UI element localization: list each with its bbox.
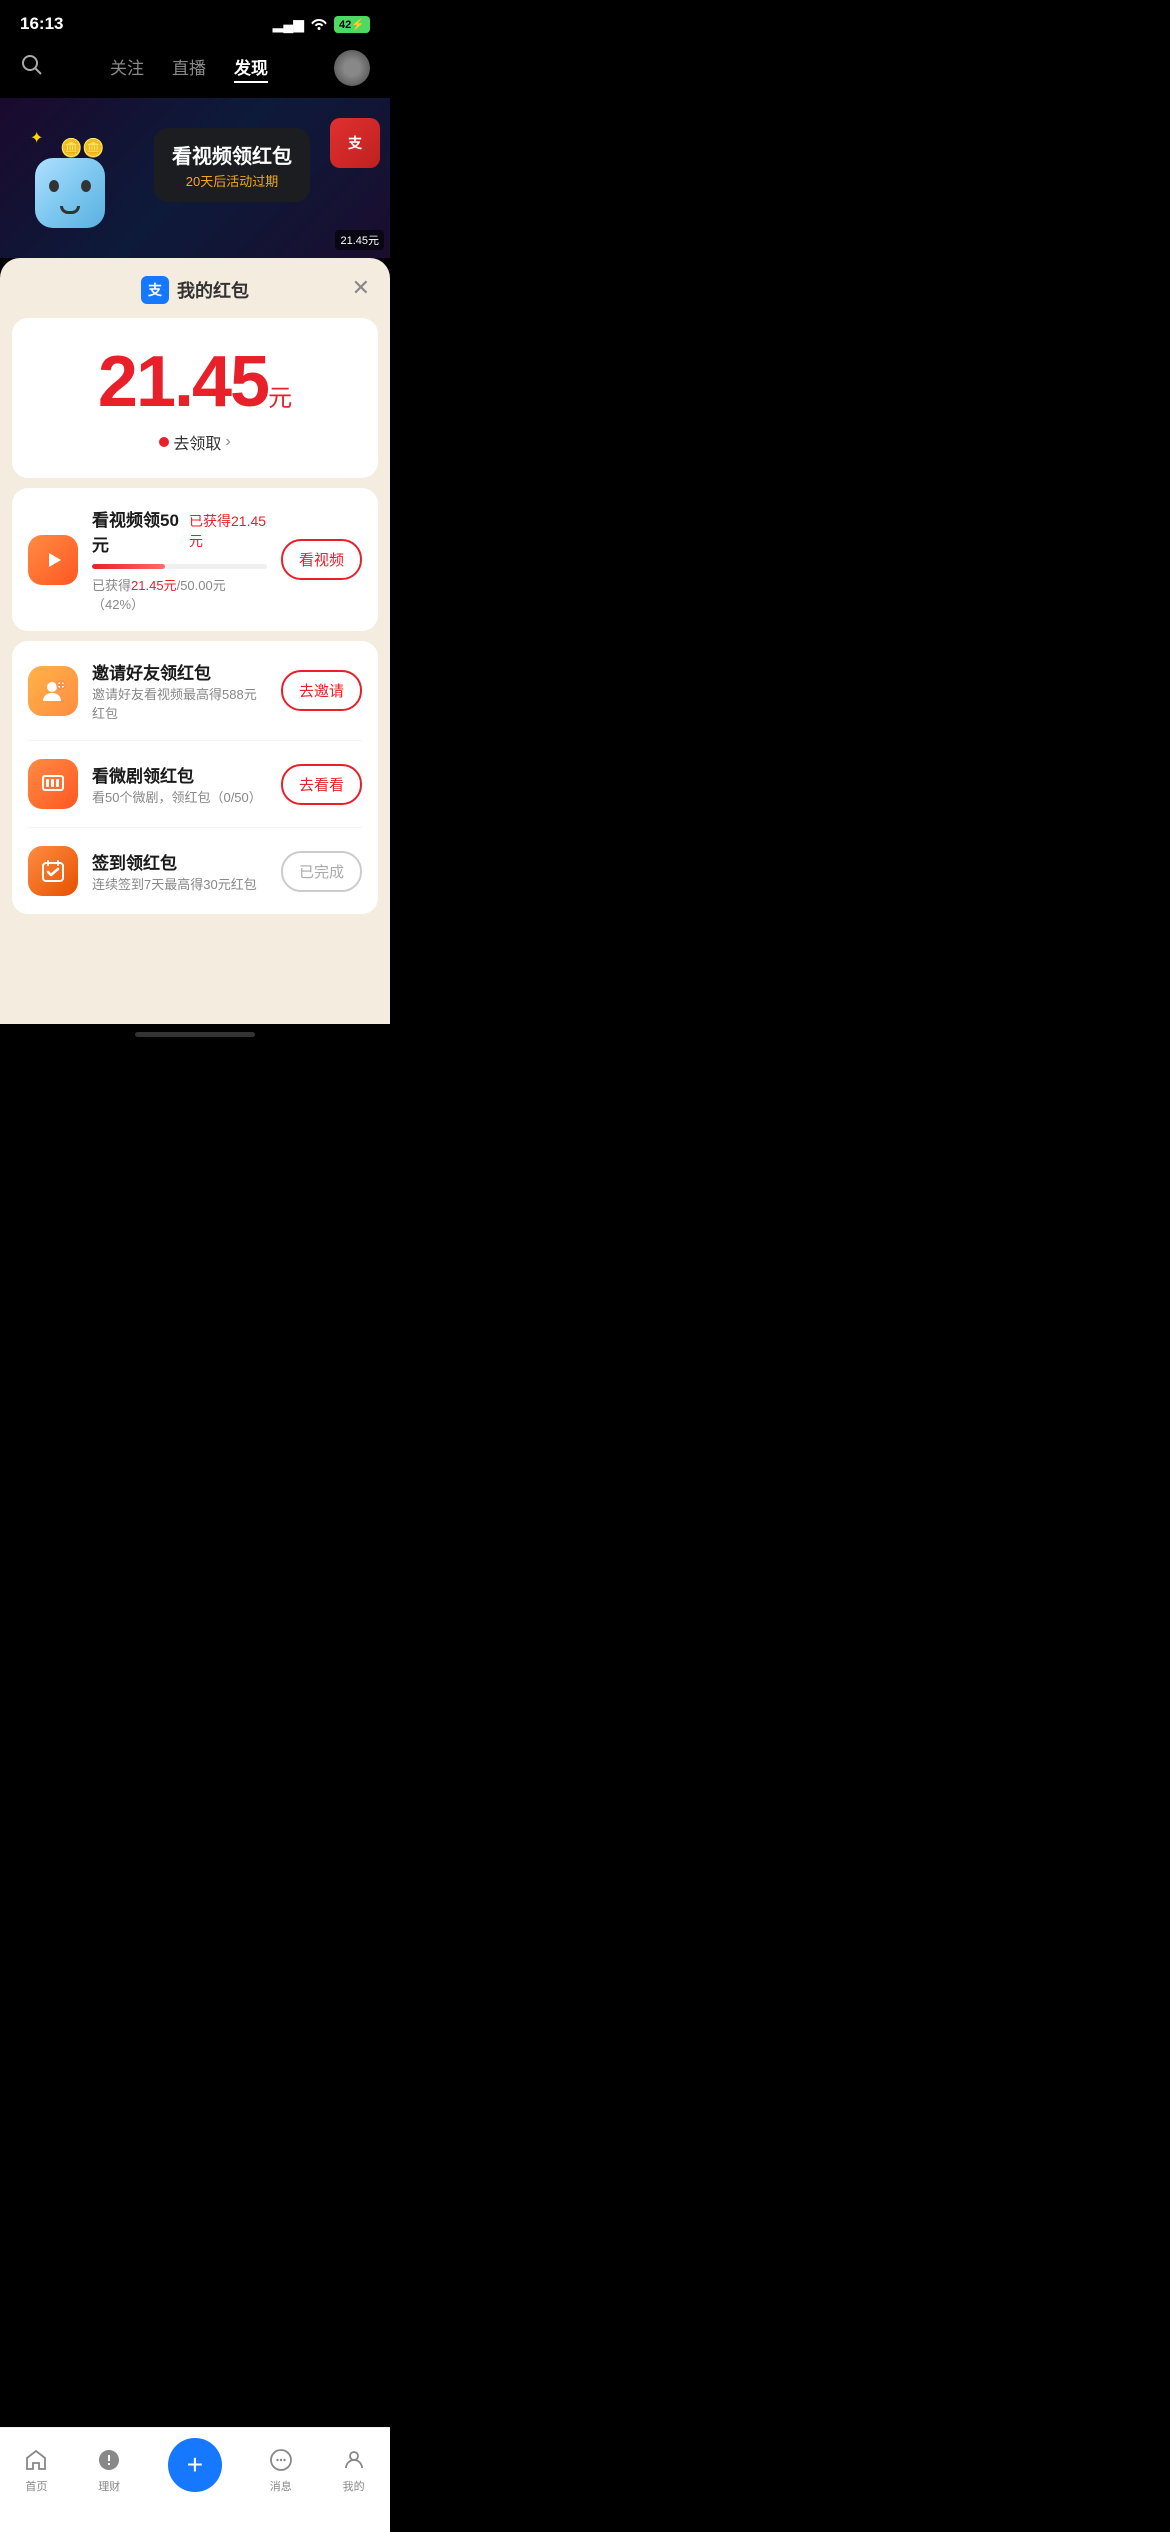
mine-label: 我的	[343, 2478, 365, 2494]
checkin-task-info: 签到领红包 连续签到7天最高得30元红包	[92, 849, 267, 893]
avatar[interactable]	[334, 50, 370, 86]
drama-task-icon	[28, 759, 78, 809]
alipay-logo: 支	[141, 276, 169, 304]
checkin-task-sub: 连续签到7天最高得30元红包	[92, 874, 267, 893]
red-packet-corner[interactable]: 支	[330, 118, 380, 168]
collect-text: 去领取	[173, 430, 221, 454]
home-indicator	[135, 1032, 255, 1037]
message-icon	[267, 2446, 295, 2474]
home-icon	[22, 2446, 50, 2474]
finance-label: 理财	[98, 2478, 120, 2494]
video-progress-fill	[92, 564, 165, 569]
nav-tabs: 关注 直播 发现	[110, 54, 268, 83]
signal-icon: ▂▄▆	[273, 16, 304, 33]
checkin-button: 已完成	[281, 851, 362, 892]
mine-icon	[340, 2446, 368, 2474]
invite-task-sub: 邀请好友看视频最高得588元红包	[92, 684, 267, 722]
status-time: 16:13	[20, 14, 63, 34]
invite-task-icon	[28, 666, 78, 716]
watch-video-card: 看视频领50元 已获得21.45元 已获得21.45元/50.00元（42%） …	[12, 488, 378, 631]
tab-live[interactable]: 直播	[172, 54, 206, 83]
battery-badge: 42⚡	[334, 16, 370, 33]
speech-bubble: 看视频领红包 20天后活动过期	[154, 128, 310, 202]
multi-task-card: 邀请好友领红包 邀请好友看视频最高得588元红包 去邀请 看微剧领红包 看50个…	[12, 641, 378, 914]
main-amount-card: 21.45元 去领取 ›	[12, 318, 378, 478]
hero-banner: ✦ 🪙🪙 看视频领红包 20天后活动过期 支 21.45元	[0, 98, 390, 258]
watch-video-item: 看视频领50元 已获得21.45元 已获得21.45元/50.00元（42%） …	[28, 506, 362, 613]
add-icon: +	[187, 2449, 203, 2481]
status-bar: 16:13 ▂▄▆ 42⚡	[0, 0, 390, 42]
video-task-earned: 已获得21.45元	[189, 511, 267, 551]
watch-video-button[interactable]: 看视频	[281, 539, 362, 580]
mascot: 🪙🪙	[20, 138, 120, 248]
video-task-sub: 已获得21.45元/50.00元（42%）	[92, 575, 267, 613]
close-button[interactable]: ✕	[352, 275, 370, 301]
checkin-task-icon	[28, 846, 78, 896]
drama-task-item: 看微剧领红包 看50个微剧，领红包（0/50） 去看看	[28, 741, 362, 828]
drama-task-sub: 看50个微剧，领红包（0/50）	[92, 787, 267, 806]
finance-icon	[95, 2446, 123, 2474]
bottom-sheet: 支 我的红包 ✕ 21.45元 去领取 › 看视频领50元 已获得21.45	[0, 258, 390, 1024]
drama-task-info: 看微剧领红包 看50个微剧，领红包（0/50）	[92, 762, 267, 806]
video-task-title: 看视频领50元	[92, 506, 181, 556]
home-label: 首页	[25, 2478, 47, 2494]
collect-arrow-icon: ›	[225, 433, 230, 451]
status-icons: ▂▄▆ 42⚡	[273, 16, 370, 33]
alipay-mini-logo: 支	[348, 133, 362, 153]
amount-value: 21.45	[98, 342, 268, 422]
wifi-icon	[310, 16, 328, 33]
amount-display: 21.45元	[32, 346, 358, 418]
corner-amount: 21.45元	[335, 230, 384, 250]
tab-discover[interactable]: 发现	[234, 54, 268, 83]
nav-item-finance[interactable]: 理财	[95, 2446, 123, 2494]
nav-item-mine[interactable]: 我的	[340, 2446, 368, 2494]
top-nav: 关注 直播 发现	[0, 42, 390, 98]
bubble-title: 看视频领红包	[172, 140, 292, 169]
nav-item-messages[interactable]: 消息	[267, 2446, 295, 2494]
add-button[interactable]: +	[168, 2438, 222, 2492]
bubble-sub: 20天后活动过期	[172, 171, 292, 190]
sheet-title: 我的红包	[177, 277, 249, 303]
invite-button[interactable]: 去邀请	[281, 670, 362, 711]
messages-label: 消息	[270, 2478, 292, 2494]
collect-dot	[159, 437, 169, 447]
checkin-task-item: 签到领红包 连续签到7天最高得30元红包 已完成	[28, 828, 362, 914]
video-progress-bar	[92, 564, 267, 569]
nav-item-home[interactable]: 首页	[22, 2446, 50, 2494]
video-task-info: 看视频领50元 已获得21.45元 已获得21.45元/50.00元（42%）	[92, 506, 267, 613]
collect-button[interactable]: 去领取 ›	[32, 430, 358, 454]
invite-task-item: 邀请好友领红包 邀请好友看视频最高得588元红包 去邀请	[28, 641, 362, 741]
sheet-header: 支 我的红包 ✕	[0, 258, 390, 318]
invite-task-info: 邀请好友领红包 邀请好友看视频最高得588元红包	[92, 659, 267, 722]
drama-button[interactable]: 去看看	[281, 764, 362, 805]
tab-follow[interactable]: 关注	[110, 54, 144, 83]
amount-unit: 元	[268, 385, 292, 412]
video-task-icon	[28, 535, 78, 585]
bottom-nav: 首页 理财 + 消息 我的	[0, 2427, 390, 2532]
search-icon[interactable]	[20, 53, 44, 83]
